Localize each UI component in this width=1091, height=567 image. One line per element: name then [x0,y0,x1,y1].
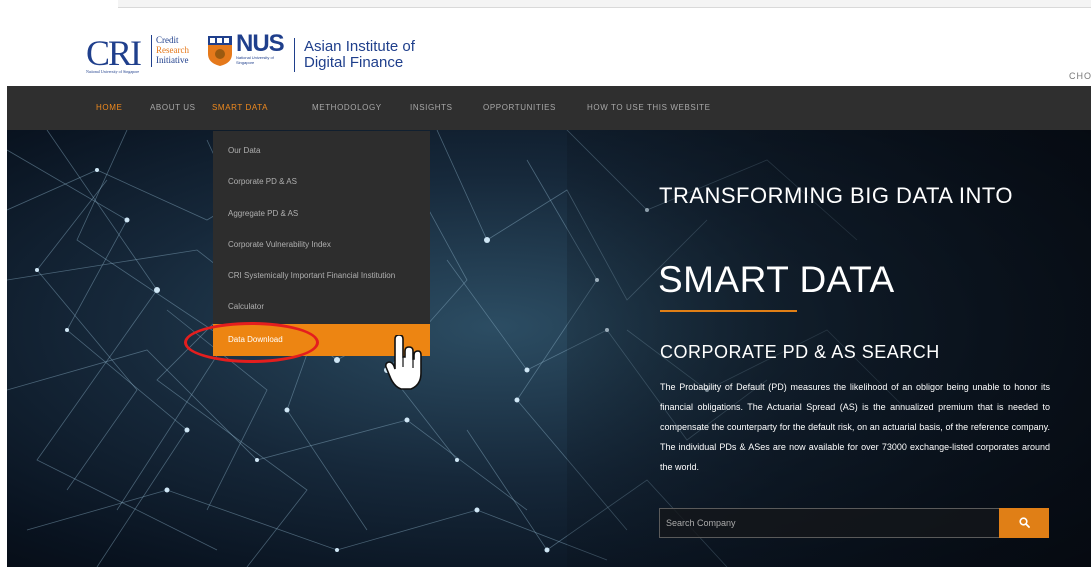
institute-line-2: Digital Finance [304,54,404,71]
search-button[interactable] [999,508,1049,538]
dropdown-item-calculator[interactable]: Calculator [213,291,430,323]
nav-item-home[interactable]: HOME [96,103,122,112]
cri-logo-subtext: National University of Singapore [86,69,140,74]
search-icon [1019,517,1030,528]
hero-title-line-2: SMART DATA [658,259,895,300]
dropdown-item-corporate-pd-as[interactable]: Corporate PD & AS [213,166,430,198]
nav-item-how-to-use[interactable]: HOW TO USE THIS WEBSITE [587,103,711,112]
cri-logo-letters: CRI [86,33,142,73]
institute-name[interactable]: Asian Institute of Digital Finance [304,39,415,71]
hero-description: The Probability of Default (PD) measures… [660,382,1050,472]
nav-item-opportunities[interactable]: OPPORTUNITIES [483,103,556,112]
institute-divider [294,38,295,72]
dropdown-item-our-data[interactable]: Our Data [213,135,430,167]
site-header: CRI National University of Singapore Cre… [0,20,1091,86]
nus-crest-icon [208,36,232,66]
dropdown-item-vulnerability-index[interactable]: Corporate Vulnerability Index [213,229,430,261]
search-company-input[interactable] [659,508,1007,538]
institute-line-1: Asian Institute of [304,38,415,55]
annotation-ellipse [184,322,319,363]
nav-item-smart-data[interactable]: SMART DATA [212,103,268,112]
cri-word-credit: Credit [156,35,179,45]
cri-logo[interactable]: CRI National University of Singapore Cre… [86,33,198,77]
nav-item-about-us[interactable]: ABOUT US [150,103,196,112]
choose-language-link[interactable]: CHO [1069,71,1091,81]
hero-subtitle: CORPORATE PD & AS SEARCH [660,342,940,362]
hand-pointer-cursor-icon [385,335,422,390]
browser-tab-edge [118,0,1091,8]
cri-word-initiative: Initiative [156,55,189,65]
hero-title-line-1: TRANSFORMING BIG DATA INTO [659,183,1014,208]
nus-logo[interactable]: NUS National University of Singapore [208,30,288,79]
browser-top-strip [0,0,1091,20]
main-nav: HOME ABOUT US SMART DATA METHODOLOGY INS… [7,86,1091,130]
cri-logo-words: Credit Research Initiative [156,35,189,65]
cri-logo-divider [151,35,152,67]
dropdown-item-aggregate-pd-as[interactable]: Aggregate PD & AS [213,198,430,230]
hero-accent-rule [660,310,797,312]
nus-logo-small-text: National University of Singapore [236,55,274,65]
dropdown-item-sifi[interactable]: CRI Systemically Important Financial Ins… [213,260,430,292]
nav-item-methodology[interactable]: METHODOLOGY [312,103,382,112]
cri-word-research: Research [156,45,189,55]
nus-logo-text: NUS [236,30,285,57]
company-search [659,508,1049,538]
nav-item-insights[interactable]: INSIGHTS [410,103,453,112]
hero-banner: TRANSFORMING BIG DATA INTO SMART DATA CO… [7,130,1091,567]
